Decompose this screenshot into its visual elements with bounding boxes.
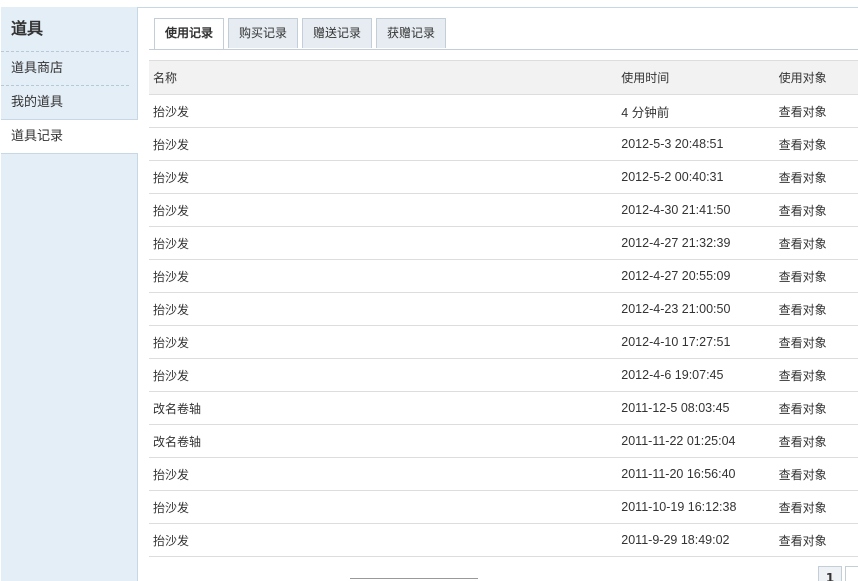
table-row: 改名卷轴 2011-11-22 01:25:04 查看对象: [149, 424, 858, 458]
row-name: 抬沙发: [149, 94, 618, 128]
row-time: 2011-12-5 08:03:45: [617, 391, 775, 425]
tabs-divider: [149, 49, 858, 50]
header-name: 名称: [149, 60, 618, 95]
row-time: 2012-4-30 21:41:50: [617, 193, 775, 227]
row-name: 抬沙发: [149, 259, 618, 293]
row-name: 抬沙发: [149, 490, 618, 524]
table-row: 抬沙发 4 分钟前 查看对象: [149, 94, 858, 128]
row-name: 改名卷轴: [149, 424, 618, 458]
view-target-link[interactable]: 查看对象: [774, 292, 858, 326]
scroll-indicator: [350, 578, 478, 579]
table-header-row: 名称 使用时间 使用对象: [149, 60, 858, 95]
view-target-link[interactable]: 查看对象: [774, 160, 858, 194]
table-row: 抬沙发 2012-5-3 20:48:51 查看对象: [149, 127, 858, 161]
row-time: 2012-5-3 20:48:51: [617, 127, 775, 161]
view-target-link[interactable]: 查看对象: [774, 490, 858, 524]
top-divider: [137, 7, 858, 8]
row-time: 2011-11-20 16:56:40: [617, 457, 775, 491]
view-target-link[interactable]: 查看对象: [774, 523, 858, 557]
sidebar: 道具 道具商店 我的道具 道具记录: [1, 7, 138, 581]
view-target-link[interactable]: 查看对象: [774, 259, 858, 293]
table-row: 抬沙发 2012-4-27 21:32:39 查看对象: [149, 226, 858, 260]
view-target-link[interactable]: 查看对象: [774, 127, 858, 161]
view-target-link[interactable]: 查看对象: [774, 358, 858, 392]
table-row: 改名卷轴 2011-12-5 08:03:45 查看对象: [149, 391, 858, 425]
table-row: 抬沙发 2012-4-10 17:27:51 查看对象: [149, 325, 858, 359]
page-button-current[interactable]: 1: [818, 566, 842, 581]
main-content: 使用记录 购买记录 赠送记录 获赠记录 名称 使用时间 使用对象 抬沙发 4 分钟…: [137, 0, 858, 581]
table-row: 抬沙发 2012-4-6 19:07:45 查看对象: [149, 358, 858, 392]
row-name: 抬沙发: [149, 193, 618, 227]
header-target: 使用对象: [774, 60, 858, 95]
row-name: 抬沙发: [149, 325, 618, 359]
table-row: 抬沙发 2011-9-29 18:49:02 查看对象: [149, 523, 858, 557]
row-time: 2012-4-27 21:32:39: [617, 226, 775, 260]
page-button-next[interactable]: [845, 566, 858, 581]
tab-gift-sent-records[interactable]: 赠送记录: [302, 18, 373, 48]
view-target-link[interactable]: 查看对象: [774, 193, 858, 227]
sidebar-item-records[interactable]: 道具记录: [1, 119, 138, 154]
tab-gift-received-records[interactable]: 获赠记录: [376, 18, 447, 48]
view-target-link[interactable]: 查看对象: [774, 391, 858, 425]
view-target-link[interactable]: 查看对象: [774, 457, 858, 491]
row-time: 2011-10-19 16:12:38: [617, 490, 775, 524]
sidebar-item-shop[interactable]: 道具商店: [1, 52, 129, 86]
row-name: 抬沙发: [149, 127, 618, 161]
row-time: 2012-4-6 19:07:45: [617, 358, 775, 392]
records-table: 名称 使用时间 使用对象 抬沙发 4 分钟前 查看对象 抬沙发 2012-5-3 20…: [149, 60, 858, 557]
table-row: 抬沙发 2011-10-19 16:12:38 查看对象: [149, 490, 858, 524]
row-name: 抬沙发: [149, 358, 618, 392]
row-time: 2012-4-27 20:55:09: [617, 259, 775, 293]
row-time: 2011-9-29 18:49:02: [617, 523, 775, 557]
view-target-link[interactable]: 查看对象: [774, 226, 858, 260]
table-row: 抬沙发 2011-11-20 16:56:40 查看对象: [149, 457, 858, 491]
row-name: 抬沙发: [149, 226, 618, 260]
row-time: 4 分钟前: [617, 94, 775, 128]
view-target-link[interactable]: 查看对象: [774, 94, 858, 128]
row-time: 2012-4-10 17:27:51: [617, 325, 775, 359]
view-target-link[interactable]: 查看对象: [774, 325, 858, 359]
tab-usage-records[interactable]: 使用记录: [154, 18, 225, 50]
tab-bar: 使用记录 购买记录 赠送记录 获赠记录: [154, 18, 450, 50]
sidebar-item-my-items[interactable]: 我的道具: [1, 86, 137, 119]
view-target-link[interactable]: 查看对象: [774, 424, 858, 458]
table-row: 抬沙发 2012-4-27 20:55:09 查看对象: [149, 259, 858, 293]
table-row: 抬沙发 2012-5-2 00:40:31 查看对象: [149, 160, 858, 194]
table-row: 抬沙发 2012-4-30 21:41:50 查看对象: [149, 193, 858, 227]
row-time: 2011-11-22 01:25:04: [617, 424, 775, 458]
page: 道具 道具商店 我的道具 道具记录 使用记录 购买记录 赠送记录 获赠记录 名称…: [0, 0, 858, 581]
table-row: 抬沙发 2012-4-23 21:00:50 查看对象: [149, 292, 858, 326]
sidebar-title: 道具: [1, 7, 129, 52]
row-name: 抬沙发: [149, 457, 618, 491]
tab-purchase-records[interactable]: 购买记录: [228, 18, 299, 48]
row-time: 2012-5-2 00:40:31: [617, 160, 775, 194]
row-name: 抬沙发: [149, 523, 618, 557]
row-time: 2012-4-23 21:00:50: [617, 292, 775, 326]
row-name: 改名卷轴: [149, 391, 618, 425]
header-time: 使用时间: [617, 60, 775, 95]
row-name: 抬沙发: [149, 292, 618, 326]
row-name: 抬沙发: [149, 160, 618, 194]
